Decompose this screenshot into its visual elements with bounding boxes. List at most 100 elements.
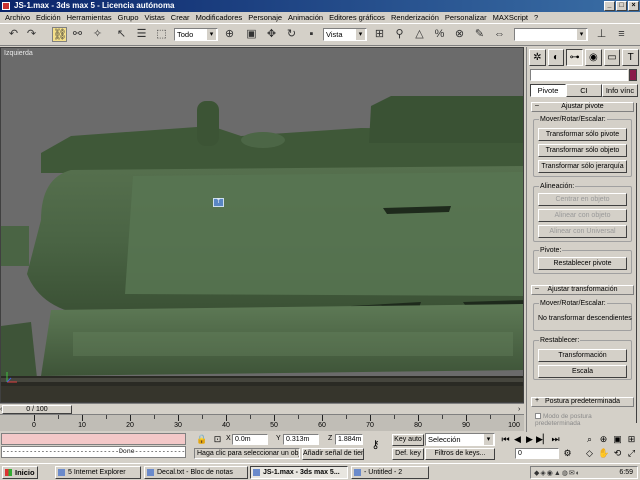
key-filters-button[interactable]: Filtros de keys...	[425, 448, 495, 460]
tray-icons[interactable]: ◆◈◉▲◍✉◐	[534, 469, 581, 477]
menu-grupo[interactable]: Grupo	[115, 12, 142, 23]
zoom-extents-all-icon[interactable]: ⊞	[626, 434, 637, 445]
align-icon[interactable]: ⊥	[594, 27, 609, 42]
menu-renderizacion[interactable]: Renderización	[388, 12, 442, 23]
center-to-object-button[interactable]: Centrar en objeto	[538, 193, 627, 206]
viewport-left[interactable]: Izquierda T̅	[0, 47, 524, 403]
object-name-input[interactable]	[530, 69, 628, 81]
menu-archivo[interactable]: Archivo	[2, 12, 33, 23]
align-to-world-button[interactable]: Alinear con Universal	[538, 225, 627, 238]
command-panel-scrollbar[interactable]	[635, 103, 639, 428]
bind-space-warp-icon[interactable]: ✧	[90, 27, 105, 42]
zoom-icon[interactable]: ⌕	[584, 434, 595, 445]
menu-maxscript[interactable]: MAXScript	[490, 12, 531, 23]
select-object-icon[interactable]: ↖	[114, 27, 129, 42]
zoom-all-icon[interactable]: ⊕	[598, 434, 609, 445]
lock-selection-icon[interactable]: 🔒	[196, 434, 207, 445]
rollout-default-pose[interactable]: + Postura predeterminada	[531, 397, 634, 407]
task-untitled[interactable]: - Untitled - 2	[351, 466, 429, 479]
object-color-swatch[interactable]	[629, 69, 637, 81]
select-and-manipulate-icon[interactable]: ⊕	[222, 27, 237, 42]
reset-scale-button[interactable]: Escala	[538, 365, 627, 378]
tab-ci[interactable]: CI	[566, 84, 602, 97]
default-pose-checkbox[interactable]: Modo de postura predeterminada	[535, 413, 635, 427]
motion-tab-icon[interactable]: ◉	[585, 49, 602, 66]
scale-icon[interactable]: ▪	[304, 27, 319, 42]
task-notepad[interactable]: Decal.txt - Bloc de notas	[144, 466, 248, 479]
named-selection-edit-icon[interactable]: ✎	[472, 27, 487, 42]
minimize-button[interactable]: _	[604, 1, 615, 11]
modify-tab-icon[interactable]: ◐	[547, 49, 565, 66]
angle-snap-icon[interactable]: △	[412, 27, 427, 42]
transform-object-only-button[interactable]: Transformar sólo objeto	[538, 144, 627, 157]
play-icon[interactable]: ▶	[524, 434, 535, 445]
start-button[interactable]: Inicio	[2, 466, 38, 479]
align-to-object-button[interactable]: Alinear con objeto	[538, 209, 627, 222]
transform-pivot-only-button[interactable]: Transformar sólo pivote	[538, 128, 627, 141]
task-internet-explorer[interactable]: 5 Internet Explorer	[55, 466, 141, 479]
x-coord-input[interactable]: 0.0m	[232, 434, 268, 445]
set-key-button[interactable]: Def. key	[392, 448, 424, 460]
select-and-link-icon[interactable]: ⛓	[52, 27, 67, 42]
track-bar[interactable]: 0 10 20 30 40 50 60 70 80 90 100	[0, 414, 524, 431]
tab-info-vinc[interactable]: Info vínc	[602, 84, 638, 97]
percent-snap-icon[interactable]: %	[432, 27, 447, 42]
fov-icon[interactable]: ◇	[584, 448, 595, 459]
time-config-icon[interactable]: ⚙	[562, 448, 573, 459]
prev-frame-icon[interactable]: ◀	[512, 434, 523, 445]
display-tab-icon[interactable]: ▭	[603, 49, 621, 66]
undo-icon[interactable]: ↶	[6, 27, 21, 42]
time-next-arrow[interactable]: ›	[518, 406, 520, 413]
move-icon[interactable]: ✥	[264, 27, 279, 42]
menu-modificadores[interactable]: Modificadores	[193, 12, 246, 23]
select-by-name-icon[interactable]: ☰	[134, 27, 149, 42]
menu-help[interactable]: ?	[531, 12, 541, 23]
dont-affect-children-button[interactable]: No transformar descendientes	[538, 315, 632, 322]
reference-coord-select[interactable]: Vista	[323, 28, 367, 41]
pan-icon[interactable]: ✋	[598, 448, 609, 459]
rollout-adjust-pivot[interactable]: – Ajustar pivote	[531, 102, 634, 112]
maximize-button[interactable]: □	[616, 1, 627, 11]
zoom-extents-icon[interactable]: ▣	[612, 434, 623, 445]
set-key-icon[interactable]: ⚷	[370, 440, 381, 451]
window-crossing-icon[interactable]: ▣	[244, 27, 259, 42]
time-prev-arrow[interactable]: ‹	[0, 406, 2, 413]
unlink-icon[interactable]: ⚯	[70, 27, 85, 42]
hierarchy-tab-icon[interactable]: ⊶	[566, 49, 584, 66]
mirror-icon[interactable]: ⇔	[492, 27, 507, 42]
menu-crear[interactable]: Crear	[168, 12, 193, 23]
current-frame-input[interactable]: 0	[515, 448, 559, 459]
menu-vistas[interactable]: Vistas	[142, 12, 168, 23]
key-mode-select[interactable]: Selección	[425, 433, 495, 446]
task-3dsmax[interactable]: JS-1.max - 3ds max 5...	[250, 466, 348, 479]
menu-herramientas[interactable]: Herramientas	[64, 12, 115, 23]
utilities-tab-icon[interactable]: T	[622, 49, 640, 66]
time-slider-thumb[interactable]: 0 / 100	[2, 405, 72, 414]
transform-hierarchy-only-button[interactable]: Transformar sólo jerarquía	[538, 160, 627, 173]
layer-manager-icon[interactable]: ≡	[614, 27, 629, 42]
menu-editores-graficos[interactable]: Editores gráficos	[326, 12, 388, 23]
pivot-center-icon[interactable]: ⊞	[372, 27, 387, 42]
time-slider[interactable]: 0 / 100 ‹ ›	[0, 403, 524, 414]
selection-filter-select[interactable]: Todo	[174, 28, 218, 41]
menu-personaje[interactable]: Personaje	[245, 12, 285, 23]
menu-animacion[interactable]: Animación	[285, 12, 326, 23]
z-coord-input[interactable]: 1.884m	[335, 434, 363, 445]
named-selection-select[interactable]	[514, 28, 588, 41]
pivot-gizmo[interactable]: T̅	[213, 198, 224, 207]
redo-icon[interactable]: ↷	[24, 27, 39, 42]
create-tab-icon[interactable]: ✲	[529, 49, 546, 66]
menu-edicion[interactable]: Edición	[33, 12, 64, 23]
viewport-label[interactable]: Izquierda	[4, 50, 33, 57]
rotate-icon[interactable]: ↻	[284, 27, 299, 42]
goto-end-icon[interactable]: ⏭	[550, 434, 561, 445]
rollout-adjust-transform[interactable]: – Ajustar transformación	[531, 285, 634, 295]
reset-pivot-button[interactable]: Restablecer pivote	[538, 257, 627, 270]
absolute-mode-icon[interactable]: ⊡	[212, 434, 223, 445]
goto-start-icon[interactable]: ⏮	[500, 434, 511, 445]
close-button[interactable]: ×	[628, 1, 639, 11]
y-coord-input[interactable]: 0.313m	[283, 434, 319, 445]
maximize-viewport-icon[interactable]: ⤢	[626, 448, 637, 459]
arc-rotate-icon[interactable]: ⟲	[612, 448, 623, 459]
maxscript-listener-input[interactable]	[1, 433, 186, 445]
